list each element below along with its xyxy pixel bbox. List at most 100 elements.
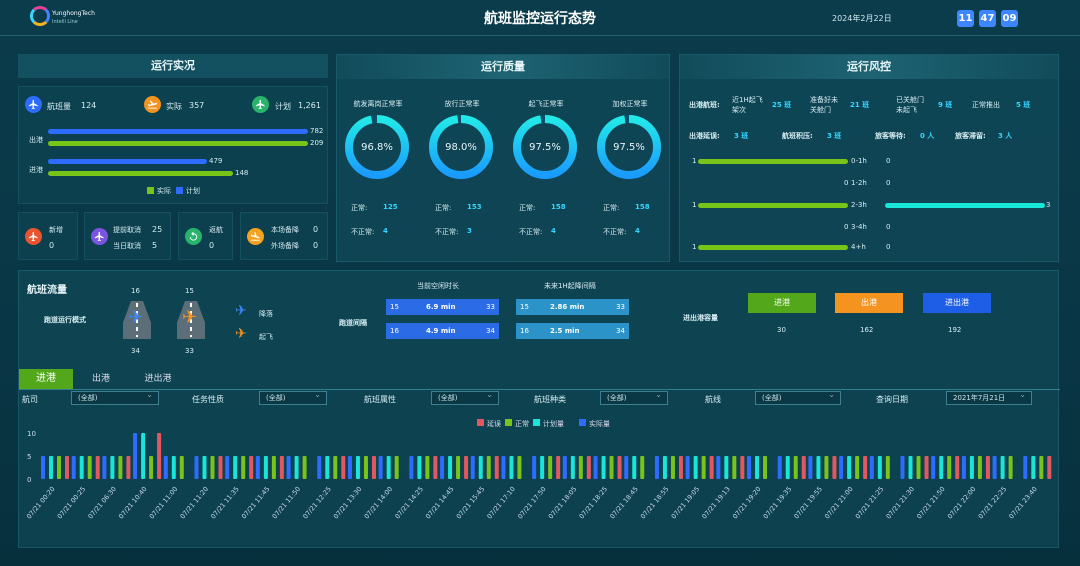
chart-bar-teal <box>202 456 207 479</box>
chart-bar-blue <box>41 456 45 479</box>
filter-select[interactable]: 2021年7月21日 <box>946 389 1032 405</box>
clock-second: 09 <box>1001 10 1018 27</box>
tab-in[interactable]: 进港 <box>19 369 73 389</box>
filter-select[interactable]: (全部) <box>755 389 841 405</box>
x-tick-label: 07/21 18:05 <box>547 485 579 520</box>
legend-plan-swatch <box>176 187 183 194</box>
chart-bar-blue <box>102 456 107 479</box>
quality-ring-percent: 97.5% <box>613 142 645 153</box>
next-gap-1-right: 33 <box>616 303 625 311</box>
chart-bar-teal <box>939 456 944 479</box>
capacity-out-button[interactable]: 出港 <box>835 293 903 313</box>
quality-ring-percent: 98.0% <box>445 142 477 153</box>
chart-bar-teal <box>785 456 790 479</box>
quality-normal: 158 <box>635 203 650 211</box>
x-tick-label: 07/21 22:25 <box>977 485 1009 520</box>
stat-actual-label: 实际 <box>166 102 182 111</box>
risk-delay-value: 3 班 <box>734 132 749 140</box>
chart-bar-red <box>249 456 254 479</box>
chart-bar-green <box>548 456 553 479</box>
capacity-label: 进出港容量 <box>683 314 718 322</box>
current-gap-2-right: 34 <box>486 327 495 335</box>
x-tick-label: 07/21 17:50 <box>516 485 548 520</box>
chart-bar-green <box>1039 456 1044 479</box>
chart-bar-teal <box>110 456 115 479</box>
x-tick-label: 07/21 19:55 <box>792 485 824 520</box>
x-tick-label: 07/21 21:25 <box>854 485 886 520</box>
chart-bar-blue <box>654 456 659 479</box>
event-divert-remote-value: 0 <box>313 241 319 250</box>
chart-bar-green <box>394 456 399 479</box>
filter-label: 航司 <box>22 395 38 404</box>
chart-bar-red <box>586 456 591 479</box>
current-idle-title: 当前空闲时长 <box>417 282 459 290</box>
stat-actual-value: 357 <box>189 101 205 110</box>
x-tick-label: 07/21 17:10 <box>485 485 517 520</box>
realtime-summary: 航班量 124 实际 357 计划 1,261 出港 782 209 进港 47… <box>18 86 328 204</box>
chart-bar-blue <box>317 456 322 479</box>
x-tick-label: 07/21 21:00 <box>823 485 855 520</box>
chart-bar-red <box>1047 456 1052 479</box>
risk-out-label: 出港航班: <box>689 101 720 109</box>
tab-out[interactable]: 出港 <box>81 369 121 389</box>
chart-bar-green <box>517 456 522 479</box>
quality-item-label: 放行正常率 <box>444 100 480 108</box>
capacity-all-button[interactable]: 进出港 <box>923 293 991 313</box>
chart-bar-red <box>617 456 622 479</box>
legend-plan-label: 计划 <box>186 187 200 195</box>
runway2-top: 15 <box>185 287 194 295</box>
chart-bar-green <box>241 456 246 479</box>
filter-label: 航线 <box>705 395 721 404</box>
chart-bar-teal <box>233 456 238 479</box>
x-tick-label: 07/21 14:00 <box>363 485 395 520</box>
filter-select[interactable]: (全部) <box>431 389 499 405</box>
legend-swatch <box>579 419 586 426</box>
event-card-new: 新增 0 <box>18 212 78 260</box>
next-gap-1-left: 15 <box>520 303 529 311</box>
event-return-value: 0 <box>209 241 215 250</box>
event-cancel-today-value: 5 <box>152 241 158 250</box>
tab-inout[interactable]: 进出港 <box>133 369 183 389</box>
risk-panel: 运行风控 出港航班: 近1H起飞 架次 25 班 准备好未 关舱门 21 班 已… <box>679 54 1059 262</box>
bar-chart-svg: 延误 正常 计划量 实际量105007/21 00:20 07/21 00:25 07/2… <box>25 419 1052 521</box>
landing-legend-icon: ✈ <box>235 303 247 319</box>
quality-abn-label: 不正常: <box>351 228 375 236</box>
risk-ready-value: 21 班 <box>850 101 870 109</box>
event-divert-remote-label: 外场备降 <box>271 242 299 250</box>
chart-bar-teal <box>693 456 698 479</box>
risk-title: 运行风控 <box>680 55 1058 79</box>
chart-bar-teal <box>724 456 729 479</box>
x-tick-label: 07/21 06:30 <box>86 485 118 520</box>
page-title: 航班监控运行态势 <box>484 11 596 27</box>
x-tick-label: 07/21 11:00 <box>148 485 180 520</box>
chart-bar-blue <box>255 456 260 479</box>
chart-bar-teal <box>908 456 913 479</box>
x-tick-label: 07/21 11:20 <box>178 485 210 520</box>
quality-ring-percent: 96.8% <box>361 142 393 153</box>
chart-bar-red <box>985 456 990 479</box>
current-gap-1-right: 33 <box>486 303 495 311</box>
risk-row-right-value: 0 <box>886 243 891 251</box>
event-divert-local-value: 0 <box>313 225 319 234</box>
filter-select[interactable]: (全部) <box>600 389 668 405</box>
chart-bar-blue <box>716 456 721 479</box>
quality-abn-label: 不正常: <box>519 228 543 236</box>
capacity-in-value: 30 <box>777 326 786 334</box>
quality-item-label: 起飞正常率 <box>528 100 564 108</box>
chart-bar-blue <box>839 456 844 479</box>
x-tick-label: 07/21 15:45 <box>455 485 487 520</box>
risk-closed-label2: 未起飞 <box>896 106 917 114</box>
filter-select[interactable]: (全部) <box>259 389 327 405</box>
chart-bar-green <box>578 456 583 479</box>
runway2-bottom: 33 <box>185 347 194 355</box>
quality-normal: 158 <box>551 203 566 211</box>
chart-bar-teal <box>847 456 852 479</box>
chart-bar-blue <box>869 456 874 479</box>
x-tick-label: 07/21 14:25 <box>393 485 425 520</box>
risk-push-value: 5 班 <box>1016 101 1031 109</box>
chart-bar-teal <box>969 456 974 479</box>
capacity-in-button[interactable]: 进港 <box>748 293 816 313</box>
row-out-actual-bar <box>48 141 308 146</box>
chart-bar-blue <box>593 456 598 479</box>
filter-select[interactable]: (全部) <box>71 389 159 405</box>
